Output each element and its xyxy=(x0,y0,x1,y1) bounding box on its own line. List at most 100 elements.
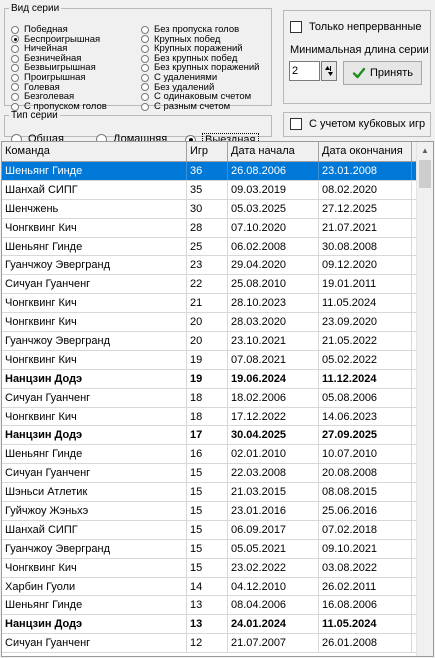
column-header-end-date[interactable]: Дата окончания xyxy=(319,142,412,161)
vertical-scrollbar[interactable]: ▲ xyxy=(416,142,433,656)
cell-games: 19 xyxy=(187,350,228,369)
scroll-up-arrow-icon[interactable]: ▲ xyxy=(417,142,433,159)
table-row[interactable]: Харбин Гуоли 14 04.12.2010 26.02.2011 xyxy=(2,577,433,597)
cell-games: 15 xyxy=(187,520,228,539)
table-row[interactable]: Шеньянг Гинде 16 02.01.2010 10.07.2010 xyxy=(2,445,433,465)
cell-end-date: 11.05.2024 xyxy=(319,615,412,634)
cell-end-date: 27.12.2025 xyxy=(319,199,412,218)
cell-start-date: 23.02.2022 xyxy=(228,558,319,577)
cup-games-panel: С учетом кубковых игр xyxy=(283,112,431,137)
apply-button[interactable]: Принять xyxy=(343,61,422,85)
continuous-only-option[interactable]: Только непрерванные xyxy=(290,21,422,33)
table-row[interactable]: Чонгквинг Кич 15 23.02.2022 03.08.2022 xyxy=(2,558,433,578)
table-row[interactable]: Нанцзин Додэ 19 19.06.2024 11.12.2024 xyxy=(2,369,433,389)
cell-start-date: 08.04.2006 xyxy=(228,596,319,615)
min-length-input[interactable]: 2 xyxy=(289,61,320,81)
table-row[interactable]: Чонгквинг Кич 28 07.10.2020 21.07.2021 xyxy=(2,218,433,238)
table-row[interactable]: Шэньси Атлетик 15 21.03.2015 08.08.2015 xyxy=(2,483,433,503)
table-row[interactable]: Сичуан Гуанченг 22 25.08.2010 19.01.2011 xyxy=(2,275,433,295)
table-row[interactable]: Гуанчжоу Эвергранд 20 23.10.2021 21.05.2022 xyxy=(2,332,433,351)
cell-end-date: 19.01.2011 xyxy=(319,275,412,294)
cell-team: Гуанчжоу Эвергранд xyxy=(2,332,187,350)
table-row[interactable]: Шеньянг Гинде 25 06.02.2008 30.08.2008 xyxy=(2,237,433,257)
cell-end-date: 05.02.2022 xyxy=(319,350,412,369)
series-kind-radio[interactable] xyxy=(11,83,19,92)
column-header-games[interactable]: Игр xyxy=(187,142,228,161)
series-kind-radio[interactable] xyxy=(11,25,19,34)
cell-team: Шанхай СИПГ xyxy=(2,180,187,199)
series-kind-radio[interactable] xyxy=(141,83,149,92)
cell-team: Шеньянг Гинде xyxy=(2,445,187,464)
cell-team: Сичуан Гуанченг xyxy=(2,388,187,407)
table-row[interactable]: Шанхай СИПГ 15 06.09.2017 07.02.2018 xyxy=(2,520,433,540)
table-row[interactable]: Сичуан Гуанченг 15 22.03.2008 20.08.2008 xyxy=(2,464,433,484)
table-row[interactable]: Шеньянг Гинде 13 08.04.2006 16.08.2006 xyxy=(2,596,433,616)
table-row[interactable]: Чонгквинг Кич 20 28.03.2020 23.09.2020 xyxy=(2,313,433,333)
table-row[interactable]: Гуйчжоу Жэньхэ 15 23.01.2016 25.06.2016 xyxy=(2,502,433,521)
cell-end-date: 23.09.2020 xyxy=(319,313,412,332)
cell-team: Чонгквинг Кич xyxy=(2,407,187,426)
cup-games-option[interactable]: С учетом кубковых игр xyxy=(290,118,425,130)
cell-team: Чонгквинг Кич xyxy=(2,218,187,237)
table-row[interactable]: Шенчжень 30 05.03.2025 27.12.2025 xyxy=(2,199,433,219)
cell-games: 15 xyxy=(187,502,228,520)
series-type-group: Тип серии Общая Домашняя Выездная xyxy=(4,110,272,147)
table-row[interactable]: Чонгквинг Кич 18 17.12.2022 14.06.2023 xyxy=(2,407,433,427)
min-length-spinner[interactable] xyxy=(321,61,337,81)
cell-games: 13 xyxy=(187,615,228,634)
cell-end-date: 26.01.2008 xyxy=(319,634,412,653)
table-row[interactable]: Гуанчжоу Эвергранд 15 05.05.2021 09.10.2021 xyxy=(2,539,433,559)
series-kind-radio[interactable] xyxy=(11,64,19,73)
cell-end-date: 09.10.2021 xyxy=(319,539,412,558)
series-kind-radio[interactable] xyxy=(11,92,19,101)
cell-games: 15 xyxy=(187,539,228,558)
cell-games: 22 xyxy=(187,275,228,294)
cell-start-date: 19.06.2024 xyxy=(228,369,319,388)
scroll-thumb[interactable] xyxy=(419,160,431,188)
cell-end-date: 30.08.2008 xyxy=(319,237,412,256)
series-kind-radio[interactable] xyxy=(141,35,149,44)
cell-games: 35 xyxy=(187,180,228,199)
series-kind-radio[interactable] xyxy=(141,44,149,53)
table-row[interactable]: Нанцзин Додэ 17 30.04.2025 27.09.2025 xyxy=(2,426,433,446)
table-row[interactable]: Шанхай СИПГ 35 09.03.2019 08.02.2020 xyxy=(2,180,433,200)
cell-start-date: 23.01.2016 xyxy=(228,502,319,520)
table-row[interactable]: Нанцзин Додэ 13 24.01.2024 11.05.2024 xyxy=(2,615,433,635)
cell-games: 15 xyxy=(187,558,228,577)
series-kind-radio[interactable] xyxy=(141,73,149,82)
cell-end-date: 05.08.2006 xyxy=(319,388,412,407)
series-kind-radio[interactable] xyxy=(11,54,19,63)
column-header-start-date[interactable]: Дата начала xyxy=(228,142,319,161)
series-kind-radio[interactable] xyxy=(11,35,19,44)
cell-games: 20 xyxy=(187,313,228,332)
cell-team: Шеньянг Гинде xyxy=(2,596,187,615)
cell-end-date: 11.05.2024 xyxy=(319,294,412,313)
cell-start-date: 17.12.2022 xyxy=(228,407,319,426)
table-row[interactable]: Чонгквинг Кич 19 07.08.2021 05.02.2022 xyxy=(2,350,433,370)
cell-end-date: 25.06.2016 xyxy=(319,502,412,520)
series-kind-radio[interactable] xyxy=(11,73,19,82)
series-kind-radio[interactable] xyxy=(141,25,149,34)
series-kind-radio[interactable] xyxy=(141,54,149,63)
cell-end-date: 14.06.2023 xyxy=(319,407,412,426)
continuous-only-checkbox[interactable] xyxy=(290,21,302,33)
series-kind-legend: Вид серии xyxy=(11,3,60,14)
series-kind-radio[interactable] xyxy=(11,44,19,53)
cell-end-date: 09.12.2020 xyxy=(319,256,412,275)
series-kind-radio[interactable] xyxy=(141,64,149,73)
series-kind-radio[interactable] xyxy=(141,92,149,101)
table-row[interactable]: Сичуан Гуанченг 12 21.07.2007 26.01.2008 xyxy=(2,634,433,654)
cell-team: Нанцзин Додэ xyxy=(2,426,187,445)
series-table[interactable]: Команда Игр Дата начала Дата окончания Ш… xyxy=(1,141,434,657)
table-row[interactable]: Шеньянг Гинде 36 26.08.2006 23.01.2008 xyxy=(2,162,433,181)
cup-games-checkbox[interactable] xyxy=(290,118,302,130)
cell-start-date: 26.08.2006 xyxy=(228,162,319,180)
cell-start-date: 21.07.2007 xyxy=(228,634,319,653)
column-header-team[interactable]: Команда xyxy=(2,142,187,161)
table-row[interactable]: Чонгквинг Кич 21 28.10.2023 11.05.2024 xyxy=(2,294,433,314)
table-row[interactable]: Сичуан Гуанченг 18 18.02.2006 05.08.2006 xyxy=(2,388,433,408)
cell-team: Сичуан Гуанченг xyxy=(2,464,187,483)
cell-end-date: 11.12.2024 xyxy=(319,369,412,388)
table-row[interactable]: Гуанчжоу Эвергранд 23 29.04.2020 09.12.2020 xyxy=(2,256,433,276)
cell-end-date: 23.01.2008 xyxy=(319,162,412,180)
